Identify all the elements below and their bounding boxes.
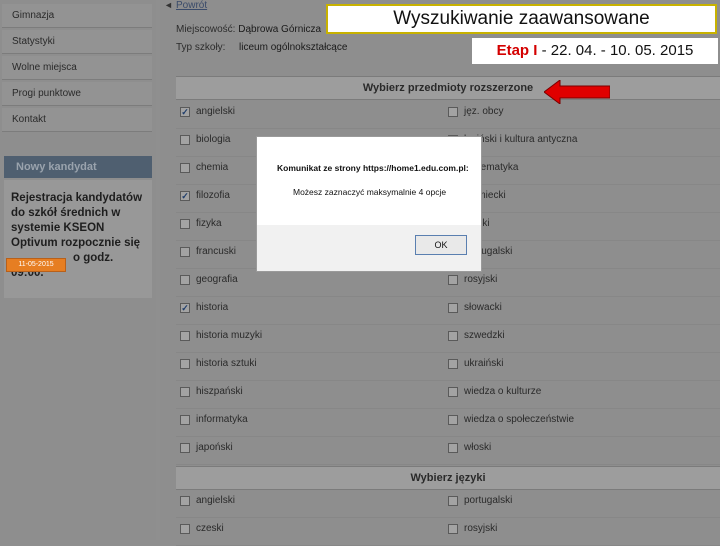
date-badge: 11-05-2015 [6, 258, 66, 272]
language-checkbox[interactable] [448, 524, 458, 534]
subject-label: ukraiński [464, 358, 504, 369]
subject-label: historia [196, 302, 229, 313]
subject-checkbox[interactable] [180, 331, 190, 341]
sidebar-item-progi-punktowe[interactable]: Progi punktowe [2, 82, 152, 106]
subject-checkbox[interactable]: ✓ [180, 107, 190, 117]
sidebar-item-label: Kontakt [12, 114, 46, 125]
sidebar: Gimnazja Statystyki Wolne miejsca Progi … [0, 0, 156, 540]
subject-checkbox[interactable] [448, 359, 458, 369]
subject-label: geografia [196, 274, 238, 285]
sidebar-item-label: Progi punktowe [12, 88, 81, 99]
language-label: rosyjski [464, 523, 498, 534]
language-label: czeski [196, 523, 224, 534]
table-row: geografia rosyjski [176, 268, 720, 297]
subject-checkbox[interactable] [180, 359, 190, 369]
subject-checkbox[interactable] [180, 275, 190, 285]
subject-label: biologia [196, 134, 231, 145]
subject-label: rosyjski [464, 274, 498, 285]
stage-banner: Etap I - 22. 04. - 10. 05. 2015 [472, 38, 718, 64]
subject-checkbox[interactable] [180, 387, 190, 397]
subject-label: hiszpański [196, 386, 243, 397]
sidebar-item-wolne-miejsca[interactable]: Wolne miejsca [2, 56, 152, 80]
subject-label: filozofia [196, 190, 230, 201]
back-arrow-icon: ◄ [164, 0, 173, 10]
language-checkbox[interactable] [448, 496, 458, 506]
subject-checkbox[interactable] [180, 219, 190, 229]
subject-checkbox[interactable] [180, 443, 190, 453]
table-row: hiszpański wiedza o kulturze [176, 380, 720, 409]
subject-checkbox[interactable] [448, 415, 458, 425]
table-row: historia muzyki szwedzki [176, 324, 720, 353]
subject-checkbox[interactable]: ✓ [180, 303, 190, 313]
subject-label: włoski [464, 442, 492, 453]
city-value: Dąbrowa Górnicza [238, 24, 322, 35]
red-arrow-icon [544, 80, 610, 104]
subject-label: słowacki [464, 302, 502, 313]
subject-checkbox[interactable] [180, 415, 190, 425]
subject-label: angielski [196, 106, 235, 117]
school-type-info: Typ szkoły: liceum ogólnokształcące [176, 42, 347, 53]
subject-label: wiedza o kulturze [464, 386, 542, 397]
dialog-message: Możesz zaznaczyć maksymalnie 4 opcje [293, 187, 447, 197]
school-type-value: liceum ogólnokształcące [239, 42, 348, 53]
subject-checkbox[interactable] [180, 247, 190, 257]
dialog-title: Komunikat ze strony https://home1.edu.co… [277, 163, 469, 173]
slide-title: Wyszukiwanie zaawansowane [326, 4, 717, 34]
languages-heading: Wybierz języki [176, 466, 720, 490]
sidebar-item-label: Gimnazja [12, 10, 55, 21]
city-info: Miejscowość: Dąbrowa Górnicza [176, 24, 321, 35]
table-row: ✓ historia słowacki [176, 296, 720, 325]
table-row: angielski portugalski [176, 489, 720, 518]
language-label: portugalski [464, 495, 513, 506]
language-checkbox[interactable] [180, 524, 190, 534]
candidate-text-hour: o godz. [73, 252, 114, 264]
subject-label: informatyka [196, 414, 248, 425]
app-window: Gimnazja Statystyki Wolne miejsca Progi … [0, 0, 720, 546]
sidebar-item-gimnazja[interactable]: Gimnazja [2, 4, 152, 28]
subject-checkbox[interactable] [448, 107, 458, 117]
subject-checkbox[interactable] [180, 135, 190, 145]
subject-label: historia sztuki [196, 358, 257, 369]
subject-label: jęz. obcy [464, 106, 504, 117]
subject-checkbox[interactable] [448, 331, 458, 341]
subject-label: historia muzyki [196, 330, 263, 341]
table-row: czeski rosyjski [176, 517, 720, 546]
subject-checkbox[interactable] [448, 275, 458, 285]
subject-label: wiedza o społeczeństwie [464, 414, 575, 425]
back-link[interactable]: Powrót [176, 0, 207, 11]
sidebar-item-label: Statystyki [12, 36, 55, 47]
sidebar-item-statystyki[interactable]: Statystyki [2, 30, 152, 54]
extended-subjects-heading: Wybierz przedmioty rozszerzone [176, 76, 720, 100]
sidebar-item-kontakt[interactable]: Kontakt [2, 108, 152, 132]
subject-checkbox[interactable] [180, 163, 190, 173]
stage-label: Etap I [496, 42, 538, 59]
school-type-label: Typ szkoły: [176, 42, 226, 53]
city-label: Miejscowość: [176, 24, 236, 35]
subject-label: szwedzki [464, 330, 505, 341]
language-checkbox[interactable] [180, 496, 190, 506]
subject-checkbox[interactable] [448, 387, 458, 397]
candidate-text-main: Rejestracja kandydatów do szkół średnich… [11, 192, 143, 249]
table-row: historia sztuki ukraiński [176, 352, 720, 381]
new-candidate-heading: Nowy kandydat [4, 156, 152, 178]
table-row: informatyka wiedza o społeczeństwie [176, 408, 720, 437]
ok-button[interactable]: OK [415, 235, 467, 255]
subject-label: japoński [196, 442, 233, 453]
table-row: ✓ angielski jęz. obcy [176, 100, 720, 129]
subject-checkbox[interactable] [448, 303, 458, 313]
subject-checkbox[interactable] [448, 443, 458, 453]
language-label: angielski [196, 495, 235, 506]
table-row: japoński włoski [176, 436, 720, 465]
subject-label: chemia [196, 162, 229, 173]
sidebar-item-label: Wolne miejsca [12, 62, 77, 73]
subject-checkbox[interactable]: ✓ [180, 191, 190, 201]
subject-label: fizyka [196, 218, 222, 229]
alert-dialog: Komunikat ze strony https://home1.edu.co… [256, 136, 482, 272]
subject-label: francuski [196, 246, 237, 257]
stage-dates: - 22. 04. - 10. 05. 2015 [537, 42, 694, 59]
